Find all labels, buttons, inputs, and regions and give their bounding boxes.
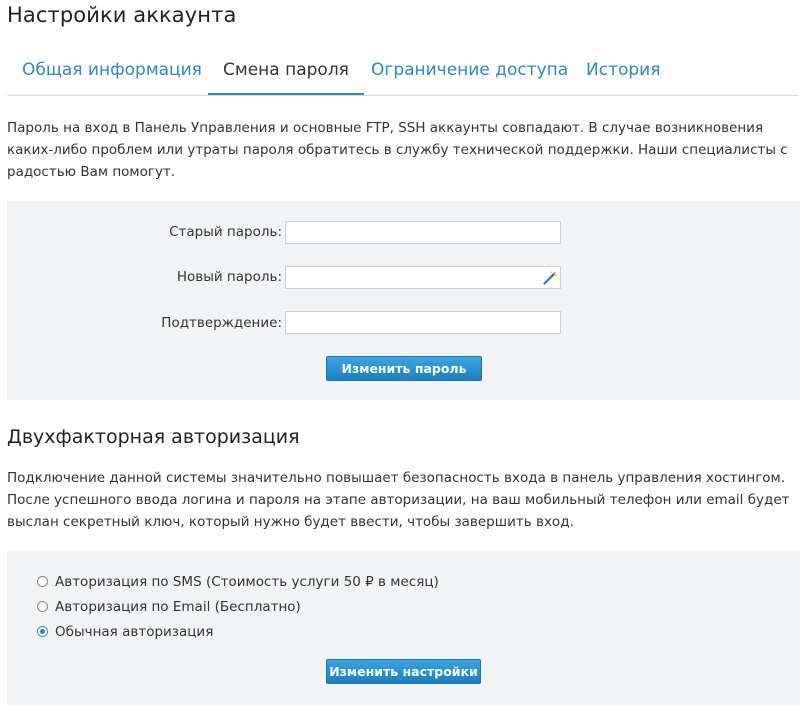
radio-button[interactable] [37, 601, 48, 612]
tab-general-info[interactable]: Общая информация [22, 48, 202, 92]
tab-change-password[interactable]: Смена пароля [208, 48, 364, 95]
radio-button[interactable] [37, 576, 48, 587]
old-password-label: Старый пароль: [169, 224, 282, 240]
radio-label-sms: Авторизация по SMS (Стоимость услуги 50 … [55, 574, 439, 590]
account-settings-page: Настройки аккаунта Общая информация Смен… [0, 0, 805, 712]
radio-label-regular: Обычная авторизация [55, 624, 214, 640]
confirm-password-label: Подтверждение: [161, 315, 282, 331]
tab-history[interactable]: История [586, 48, 660, 92]
page-title: Настройки аккаунта [7, 3, 237, 27]
tab-bar: Общая информация Смена пароля Ограничени… [7, 48, 798, 96]
twofa-description: Подключение данной системы значительно п… [7, 470, 790, 530]
confirm-password-input[interactable] [285, 311, 561, 334]
change-settings-button[interactable]: Изменить настройки [326, 659, 481, 684]
password-intro-text: Пароль на вход в Панель Управления и осн… [7, 120, 788, 180]
twofa-settings-form: Авторизация по SMS (Стоимость услуги 50 … [7, 551, 800, 705]
tab-access-restriction[interactable]: Ограничение доступа [371, 48, 568, 92]
old-password-input[interactable] [285, 221, 561, 244]
radio-button-selected[interactable] [37, 626, 48, 637]
new-password-input[interactable] [285, 266, 561, 289]
magic-wand-icon[interactable] [543, 271, 557, 285]
change-password-form: Старый пароль: Новый пароль: Подтвержден… [7, 201, 800, 400]
new-password-label: Новый пароль: [176, 269, 282, 285]
twofa-section-title: Двухфакторная авторизация [7, 426, 300, 448]
radio-label-email: Авторизация по Email (Бесплатно) [55, 599, 301, 615]
change-password-button[interactable]: Изменить пароль [326, 356, 482, 381]
